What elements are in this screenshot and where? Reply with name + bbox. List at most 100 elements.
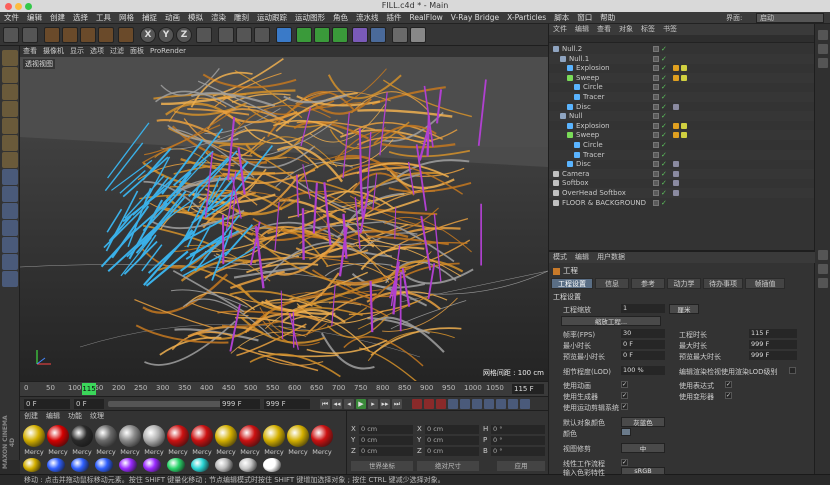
maximize-window-button[interactable] bbox=[25, 3, 32, 10]
min-time-field[interactable]: 0 F bbox=[621, 340, 665, 349]
menu-item[interactable]: 运动图形 bbox=[291, 12, 329, 24]
play-icon[interactable]: ▶ bbox=[356, 399, 366, 409]
visibility-toggle[interactable] bbox=[653, 161, 659, 167]
material-menu-item[interactable]: 功能 bbox=[64, 411, 86, 421]
redo-icon[interactable] bbox=[22, 27, 38, 43]
viewport-menu-item[interactable]: 面板 bbox=[127, 46, 147, 57]
lod-field[interactable]: 100 % bbox=[621, 366, 665, 375]
visibility-toggle[interactable] bbox=[653, 56, 659, 62]
visibility-toggle[interactable] bbox=[653, 84, 659, 90]
attribute-menu-item[interactable]: 用户数据 bbox=[593, 252, 629, 263]
material-ball[interactable] bbox=[143, 425, 165, 447]
menu-item[interactable]: 渲染 bbox=[207, 12, 230, 24]
menu-item[interactable]: 脚本 bbox=[550, 12, 573, 24]
object-menu-item[interactable]: 标签 bbox=[637, 24, 659, 35]
visibility-toggle[interactable] bbox=[653, 190, 659, 196]
move-key-icon[interactable] bbox=[448, 399, 458, 409]
coord-b-field[interactable]: 0 cm bbox=[425, 436, 479, 445]
visibility-toggle[interactable] bbox=[653, 152, 659, 158]
object-menu-item[interactable]: 书签 bbox=[659, 24, 681, 35]
menu-item[interactable]: X-Particles bbox=[503, 12, 550, 24]
visibility-toggle[interactable] bbox=[653, 46, 659, 52]
pen-icon[interactable] bbox=[296, 27, 312, 43]
lock-icon[interactable] bbox=[2, 220, 18, 236]
enable-check[interactable]: ✓ bbox=[661, 44, 667, 54]
project-scale-field[interactable]: 1 bbox=[621, 304, 665, 313]
enable-check[interactable]: ✓ bbox=[661, 140, 667, 150]
project-unit-dropdown[interactable]: 厘米 bbox=[669, 304, 699, 314]
enable-check[interactable]: ✓ bbox=[661, 198, 667, 208]
default-color-dropdown[interactable]: 灰蓝色 bbox=[621, 417, 665, 427]
coord-b-field[interactable]: 0 cm bbox=[425, 425, 479, 434]
prev-frame-icon[interactable]: ◂ bbox=[344, 399, 354, 409]
material-ball[interactable] bbox=[239, 458, 257, 472]
visibility-toggle[interactable] bbox=[653, 200, 659, 206]
object-row[interactable]: Disc✓ bbox=[549, 102, 815, 112]
takes-tab-icon[interactable] bbox=[818, 44, 828, 54]
coord-apply-button[interactable]: 应用 bbox=[497, 461, 545, 471]
camera-icon[interactable] bbox=[392, 27, 408, 43]
layers-tab-icon[interactable] bbox=[818, 264, 828, 274]
autokey-icon[interactable] bbox=[424, 399, 434, 409]
fps-field[interactable]: 30 bbox=[621, 329, 665, 338]
menu-item[interactable]: 动画 bbox=[161, 12, 184, 24]
max-time-field[interactable]: 999 F bbox=[749, 340, 797, 349]
enable-check[interactable]: ✓ bbox=[661, 178, 667, 188]
object-tag-icon[interactable] bbox=[673, 123, 679, 129]
attribute-menu-item[interactable]: 模式 bbox=[549, 252, 571, 263]
grid-icon[interactable] bbox=[2, 254, 18, 270]
material-ball[interactable] bbox=[119, 425, 141, 447]
scale-icon[interactable] bbox=[80, 27, 96, 43]
material-menu-item[interactable]: 纹理 bbox=[86, 411, 108, 421]
render-settings-icon[interactable] bbox=[254, 27, 270, 43]
move-icon[interactable] bbox=[62, 27, 78, 43]
object-row[interactable]: OverHead Softbox✓ bbox=[549, 188, 815, 198]
material-ball[interactable] bbox=[263, 425, 285, 447]
use-animation-checkbox[interactable]: ✓ bbox=[621, 381, 628, 388]
enable-check[interactable]: ✓ bbox=[661, 188, 667, 198]
next-frame-icon[interactable]: ▸ bbox=[368, 399, 378, 409]
use-motion-checkbox[interactable]: ✓ bbox=[621, 403, 628, 410]
scale-key-icon[interactable] bbox=[460, 399, 470, 409]
workplane-icon[interactable] bbox=[2, 101, 18, 117]
enable-check[interactable]: ✓ bbox=[661, 82, 667, 92]
enable-check[interactable]: ✓ bbox=[661, 102, 667, 112]
select-icon[interactable] bbox=[44, 27, 60, 43]
visibility-toggle[interactable] bbox=[653, 113, 659, 119]
structure-tab-icon[interactable] bbox=[818, 250, 828, 260]
objects-tab-icon[interactable] bbox=[818, 30, 828, 40]
scale-project-button[interactable]: 缩放工程... bbox=[561, 316, 661, 326]
viewport-menu-item[interactable]: ProRender bbox=[147, 46, 189, 57]
content-tab-icon[interactable] bbox=[818, 58, 828, 68]
close-window-button[interactable] bbox=[5, 3, 12, 10]
object-row[interactable]: Tracer✓ bbox=[549, 92, 815, 102]
coord-c-field[interactable]: 0 ° bbox=[491, 436, 545, 445]
start-frame-field[interactable]: 0 F bbox=[24, 399, 70, 409]
enable-check[interactable]: ✓ bbox=[661, 150, 667, 160]
material-ball[interactable] bbox=[191, 425, 213, 447]
object-row[interactable]: Null✓ bbox=[549, 111, 815, 121]
menu-item[interactable]: 文件 bbox=[0, 12, 23, 24]
snap-icon[interactable] bbox=[2, 203, 18, 219]
timeline-current-marker[interactable]: 115 bbox=[82, 383, 96, 395]
pla-key-icon[interactable] bbox=[496, 399, 506, 409]
material-ball[interactable] bbox=[311, 425, 333, 447]
material-menu-item[interactable]: 创建 bbox=[20, 411, 42, 421]
input-color-dropdown[interactable]: sRGB bbox=[621, 467, 665, 475]
use-generator-checkbox[interactable]: ✓ bbox=[621, 392, 628, 399]
attribute-menu-item[interactable]: 编辑 bbox=[571, 252, 593, 263]
enable-check[interactable]: ✓ bbox=[661, 111, 667, 121]
visibility-toggle[interactable] bbox=[653, 132, 659, 138]
material-menu-item[interactable]: 编辑 bbox=[42, 411, 64, 421]
use-deformer-checkbox[interactable]: ✓ bbox=[725, 392, 732, 399]
make-editable-icon[interactable] bbox=[2, 50, 18, 66]
attribute-tab[interactable]: 待办事项 bbox=[703, 278, 743, 289]
menu-item[interactable]: 创建 bbox=[46, 12, 69, 24]
attribute-tab[interactable]: 工程设置 bbox=[551, 278, 593, 289]
material-ball[interactable] bbox=[167, 458, 185, 472]
menu-item[interactable]: 模拟 bbox=[184, 12, 207, 24]
coord-c-field[interactable]: 0 ° bbox=[491, 425, 545, 434]
preview-max-field[interactable]: 999 F bbox=[220, 399, 260, 409]
timeline-ruler[interactable]: 0501001502002503003504004505005506006507… bbox=[20, 381, 548, 396]
visibility-toggle[interactable] bbox=[653, 104, 659, 110]
